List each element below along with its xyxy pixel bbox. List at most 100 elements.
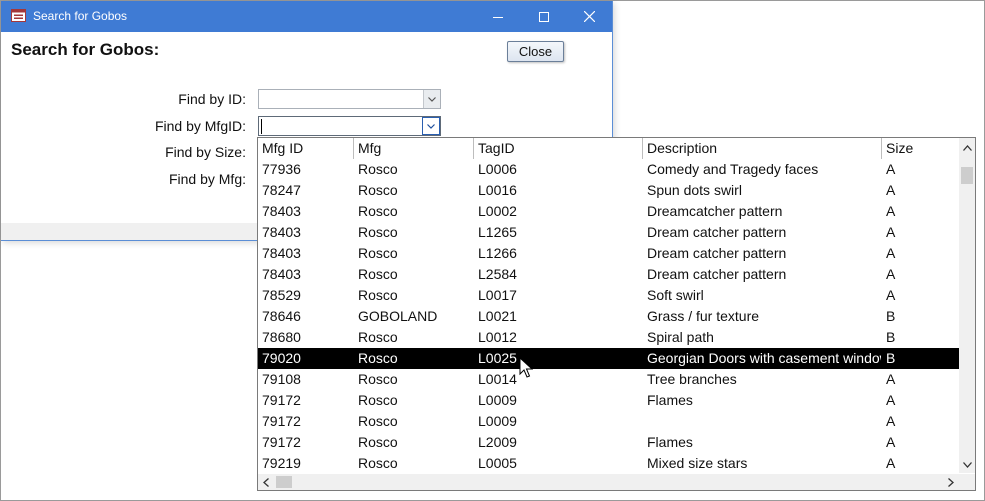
column-header-mfg-id: Mfg ID [258,138,354,159]
maximize-button[interactable] [521,1,567,32]
tagid-cell: L0006 [478,161,517,177]
mfg-cell: Rosco [358,203,398,219]
column-header-mfg: Mfg [354,138,474,159]
close-button[interactable]: Close [507,41,564,62]
horizontal-scroll-thumb[interactable] [276,476,292,488]
size-cell: A [886,161,896,177]
list-row-selected[interactable]: 79020 Rosco L0025 Georgian Doors with casem… [258,348,959,369]
mfg-cell: Rosco [358,329,398,345]
size-cell: A [886,224,896,240]
mfg-id-cell: 77936 [262,161,301,177]
mfg-id-cell: 79020 [258,348,354,369]
description-cell: Mixed size stars [647,455,748,471]
tagid-cell: L1265 [478,224,517,240]
mfg-cell: Rosco [358,224,398,240]
description-cell: Dream catcher pattern [647,266,787,282]
tagid-cell: L0014 [478,371,517,387]
chevron-up-icon [962,145,972,151]
mfg-cell: Rosco [358,392,398,408]
mfg-cell: Rosco [358,287,398,303]
horizontal-scrollbar[interactable] [258,474,959,490]
find-by-id-dropdown-button[interactable] [423,90,440,108]
find-by-mfgid-combobox[interactable] [258,116,441,136]
description-cell: Spiral path [647,329,714,345]
list-row[interactable]: 79108 Rosco L0014 Tree branches A [258,369,959,390]
scroll-left-button[interactable] [258,474,274,490]
size-cell: B [886,329,896,345]
maximize-icon [539,11,549,22]
column-header-description: Description [643,138,882,159]
window-close-button[interactable] [566,1,612,32]
minimize-button[interactable] [475,1,521,32]
tagid-cell: L0012 [478,329,517,345]
size-cell: A [886,455,896,471]
chevron-down-icon [428,96,436,102]
list-rows: 77936 Rosco L0006 Comedy and Tragedy faces A… [258,159,959,474]
scroll-up-button[interactable] [959,140,975,156]
list-row[interactable]: 78529 Rosco L0017 Soft swirl A [258,285,959,306]
chevron-right-icon [948,477,954,487]
description-cell: Flames [647,392,693,408]
size-cell: A [886,182,896,198]
tagid-cell: L2009 [478,434,517,450]
description-cell: Spun dots swirl [647,182,742,198]
mfg-id-cell: 78403 [262,224,301,240]
mfg-id-cell: 78403 [262,245,301,261]
list-row[interactable]: 78403 Rosco L0002 Dreamcatcher pattern A [258,201,959,222]
size-cell: B [886,308,896,324]
mfg-id-cell: 78646 [262,308,301,324]
mfg-id-cell: 79172 [262,413,301,429]
description-cell: Dreamcatcher pattern [647,203,783,219]
description-cell: Dream catcher pattern [647,224,787,240]
mfg-cell: GOBOLAND [358,308,438,324]
description-cell: Comedy and Tragedy faces [647,161,819,177]
list-row[interactable]: 78680 Rosco L0012 Spiral path B [258,327,959,348]
list-row[interactable]: 78247 Rosco L0016 Spun dots swirl A [258,180,959,201]
list-row[interactable]: 79219 Rosco L0005 Mixed size stars A [258,453,959,474]
vertical-scroll-thumb[interactable] [961,167,973,184]
mfg-cell: Rosco [354,348,474,369]
list-row[interactable]: 79172 Rosco L0009 A [258,411,959,432]
list-row[interactable]: 77936 Rosco L0006 Comedy and Tragedy faces A [258,159,959,180]
scroll-down-button[interactable] [959,457,975,473]
mfg-cell: Rosco [358,413,398,429]
form-heading: Search for Gobos: [11,40,160,59]
size-cell: A [886,413,896,429]
mfg-cell: Rosco [358,455,398,471]
size-cell: A [886,266,896,282]
title-bar[interactable]: Search for Gobos [1,1,612,32]
size-cell: A [886,245,896,261]
mfg-cell: Rosco [358,245,398,261]
find-by-mfgid-label: Find by MfgID: [154,118,246,134]
close-icon [583,11,595,22]
list-row[interactable]: 78403 Rosco L1266 Dream catcher pattern A [258,243,959,264]
list-row[interactable]: 78646 GOBOLAND L0021 Grass / fur texture B [258,306,959,327]
description-cell: Soft swirl [647,287,704,303]
scrollbar-corner [959,474,975,490]
find-by-mfg-label: Find by Mfg: [168,171,246,187]
find-by-mfgid-dropdown-button[interactable] [422,117,440,135]
list-row[interactable]: 79172 Rosco L2009 Flames A [258,432,959,453]
chevron-left-icon [263,477,269,487]
mfgid-dropdown-list[interactable]: Mfg ID Mfg TagID Description Size 77936 R… [257,137,976,491]
tagid-cell: L0021 [478,308,517,324]
mfg-cell: Rosco [358,371,398,387]
scroll-right-button[interactable] [943,474,959,490]
tagid-cell: L0009 [478,392,517,408]
mfg-id-cell: 79108 [262,371,301,387]
list-row[interactable]: 79172 Rosco L0009 Flames A [258,390,959,411]
find-by-id-combobox[interactable] [258,89,441,109]
vertical-scrollbar[interactable] [959,138,975,473]
list-row[interactable]: 78403 Rosco L1265 Dream catcher pattern A [258,222,959,243]
size-cell: A [886,434,896,450]
size-cell: A [886,287,896,303]
tagid-cell: L0025 [474,348,643,369]
window-title: Search for Gobos [33,9,128,23]
size-cell: A [886,392,896,408]
list-row[interactable]: 78403 Rosco L2584 Dream catcher pattern A [258,264,959,285]
mouse-pointer-icon [519,357,533,378]
form-app-icon [11,9,26,22]
list-header: Mfg ID Mfg TagID Description Size [258,138,959,159]
mfg-id-cell: 79172 [262,434,301,450]
description-cell: Georgian Doors with casement windows [643,348,882,369]
